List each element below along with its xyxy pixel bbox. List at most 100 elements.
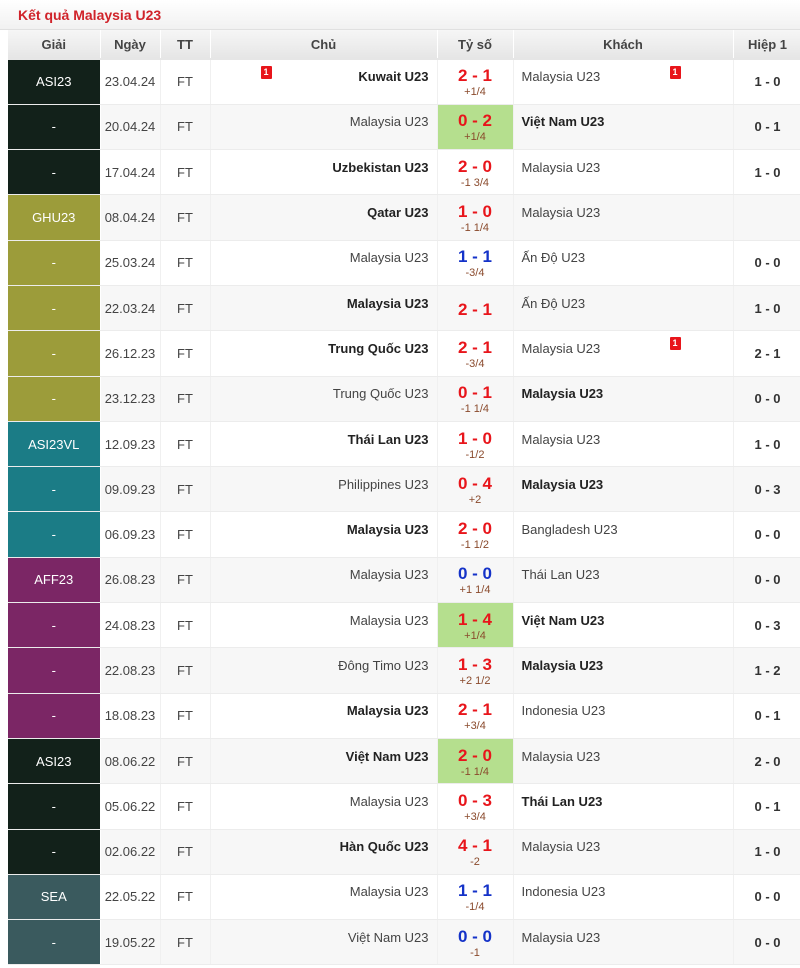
away-team-name[interactable]: Indonesia U23 bbox=[522, 703, 606, 718]
table-row[interactable]: AFF23 26.08.23 FT Malaysia U23 0 - 0 +1 1/4 Th… bbox=[8, 557, 800, 604]
away-team-name[interactable]: Malaysia U23 bbox=[522, 477, 604, 492]
score-cell[interactable]: 0 - 0 -1 bbox=[437, 919, 514, 966]
league-cell[interactable]: - bbox=[8, 783, 101, 830]
league-cell[interactable]: ASI23 bbox=[8, 738, 101, 785]
league-cell[interactable]: - bbox=[8, 466, 101, 513]
score-cell[interactable]: 1 - 0 -1/2 bbox=[437, 421, 514, 468]
home-team-name[interactable]: Kuwait U23 bbox=[358, 69, 428, 84]
away-team-cell[interactable]: Bangladesh U23 bbox=[513, 511, 734, 558]
away-team-name[interactable]: Thái Lan U23 bbox=[522, 567, 600, 582]
away-team-cell[interactable]: Malaysia U23 bbox=[513, 376, 734, 422]
league-cell[interactable]: - bbox=[8, 602, 101, 649]
home-team-cell[interactable]: Philippines U23 bbox=[210, 466, 438, 513]
home-team-name[interactable]: Malaysia U23 bbox=[347, 296, 429, 311]
home-team-name[interactable]: Malaysia U23 bbox=[350, 114, 429, 129]
away-team-name[interactable]: Ấn Độ U23 bbox=[522, 296, 586, 311]
table-row[interactable]: -22.08.23 FT Đông Timo U23 1 - 3 +2 1/2 Malay… bbox=[8, 647, 800, 694]
league-cell[interactable]: - bbox=[8, 240, 101, 286]
score-cell[interactable]: 1 - 1 -1/4 bbox=[437, 874, 514, 921]
full-time-score[interactable]: 0 - 3 bbox=[438, 791, 513, 810]
away-team-cell[interactable]: Thái Lan U23 bbox=[513, 783, 734, 830]
away-team-name[interactable]: Malaysia U23 bbox=[522, 432, 601, 447]
away-team-name[interactable]: Indonesia U23 bbox=[522, 884, 606, 899]
full-time-score[interactable]: 1 - 1 bbox=[438, 248, 513, 266]
score-cell[interactable]: 1 - 4 +1/4 bbox=[437, 602, 514, 649]
league-cell[interactable]: - bbox=[8, 149, 101, 196]
away-team-name[interactable]: Việt Nam U23 bbox=[522, 114, 605, 129]
home-team-name[interactable]: Philippines U23 bbox=[338, 477, 428, 492]
full-time-score[interactable]: 2 - 1 bbox=[438, 300, 513, 319]
away-team-name[interactable]: Malaysia U23 bbox=[522, 386, 604, 401]
table-row[interactable]: SEA 22.05.22 FT Malaysia U23 1 - 1 -1/4 Indone… bbox=[8, 874, 800, 921]
league-cell[interactable]: SEA bbox=[8, 874, 101, 921]
score-cell[interactable]: 1 - 0 -1 1/4 bbox=[437, 194, 514, 241]
table-row[interactable]: ASI23 08.06.22 FT Việt Nam U23 2 - 0 -1 1/4 Ma… bbox=[8, 738, 800, 785]
home-team-name[interactable]: Hàn Quốc U23 bbox=[340, 839, 429, 854]
score-cell[interactable]: 2 - 0 -1 3/4 bbox=[437, 149, 514, 196]
league-cell[interactable]: - bbox=[8, 647, 101, 694]
full-time-score[interactable]: 1 - 0 bbox=[438, 429, 513, 448]
full-time-score[interactable]: 4 - 1 bbox=[438, 837, 513, 855]
home-team-name[interactable]: Thái Lan U23 bbox=[348, 432, 429, 447]
full-time-score[interactable]: 0 - 2 bbox=[438, 112, 513, 130]
home-team-name[interactable]: Uzbekistan U23 bbox=[332, 160, 428, 175]
full-time-score[interactable]: 1 - 1 bbox=[438, 882, 513, 900]
away-team-cell[interactable]: Ấn Độ U23 bbox=[513, 285, 734, 332]
league-cell[interactable]: ASI23 bbox=[8, 59, 101, 105]
league-cell[interactable]: ASI23VL bbox=[8, 421, 101, 468]
league-cell[interactable]: - bbox=[8, 330, 101, 377]
table-row[interactable]: GHU23 08.04.24 FT Qatar U23 1 - 0 -1 1/4 Malay… bbox=[8, 194, 800, 241]
home-team-name[interactable]: Malaysia U23 bbox=[350, 884, 429, 899]
away-team-name[interactable]: Malaysia U23 bbox=[522, 341, 601, 356]
home-team-name[interactable]: Malaysia U23 bbox=[350, 567, 429, 582]
league-cell[interactable]: - bbox=[8, 376, 101, 422]
full-time-score[interactable]: 0 - 0 bbox=[438, 927, 513, 946]
home-team-name[interactable]: Malaysia U23 bbox=[347, 522, 429, 537]
away-team-name[interactable]: Malaysia U23 bbox=[522, 69, 601, 84]
away-team-cell[interactable]: Malaysia U23 bbox=[513, 194, 734, 241]
away-team-cell[interactable]: Việt Nam U23 bbox=[513, 104, 734, 151]
table-row[interactable]: -17.04.24 FT Uzbekistan U23 2 - 0 -1 3/4 Mala… bbox=[8, 149, 800, 196]
home-team-cell[interactable]: Qatar U23 bbox=[210, 194, 438, 241]
table-row[interactable]: -22.03.24 FT Malaysia U23 2 - 1 Ấn Độ U23 1 -… bbox=[8, 285, 800, 332]
home-team-cell[interactable]: Việt Nam U23 bbox=[210, 738, 438, 785]
table-row[interactable]: -19.05.22 FT Việt Nam U23 0 - 0 -1 Malaysia U… bbox=[8, 919, 800, 966]
away-team-cell[interactable]: Malaysia U23 bbox=[513, 829, 734, 875]
home-team-name[interactable]: Malaysia U23 bbox=[347, 703, 429, 718]
full-time-score[interactable]: 1 - 4 bbox=[438, 610, 513, 629]
home-team-cell[interactable]: Malaysia U23 bbox=[210, 104, 438, 151]
home-team-cell[interactable]: Malaysia U23 bbox=[210, 783, 438, 830]
full-time-score[interactable]: 2 - 1 bbox=[438, 338, 513, 357]
home-team-name[interactable]: Trung Quốc U23 bbox=[333, 386, 429, 401]
home-team-cell[interactable]: 1 Kuwait U23 bbox=[210, 59, 438, 105]
home-team-cell[interactable]: Trung Quốc U23 bbox=[210, 330, 438, 377]
home-team-cell[interactable]: Việt Nam U23 bbox=[210, 919, 438, 966]
away-team-cell[interactable]: Indonesia U23 bbox=[513, 874, 734, 921]
table-row[interactable]: -26.12.23 FT Trung Quốc U23 2 - 1 -3/4 Malays… bbox=[8, 330, 800, 377]
score-cell[interactable]: 2 - 1 +1/4 bbox=[437, 59, 514, 105]
full-time-score[interactable]: 0 - 4 bbox=[438, 474, 513, 493]
home-team-cell[interactable]: Đông Timo U23 bbox=[210, 647, 438, 694]
away-team-name[interactable]: Việt Nam U23 bbox=[522, 613, 605, 628]
home-team-cell[interactable]: Malaysia U23 bbox=[210, 285, 438, 332]
table-row[interactable]: -18.08.23 FT Malaysia U23 2 - 1 +3/4 Indonesi… bbox=[8, 693, 800, 739]
score-cell[interactable]: 2 - 1 bbox=[437, 285, 514, 332]
away-team-name[interactable]: Bangladesh U23 bbox=[522, 522, 618, 537]
away-team-cell[interactable]: Malaysia U23 bbox=[513, 421, 734, 468]
table-row[interactable]: -09.09.23 FT Philippines U23 0 - 4 +2 Malaysi… bbox=[8, 466, 800, 513]
table-row[interactable]: -06.09.23 FT Malaysia U23 2 - 0 -1 1/2 Bangla… bbox=[8, 511, 800, 558]
table-row[interactable]: -24.08.23 FT Malaysia U23 1 - 4 +1/4 Việt Nam… bbox=[8, 602, 800, 649]
home-team-name[interactable]: Malaysia U23 bbox=[350, 794, 429, 809]
table-row[interactable]: ASI23 23.04.24 FT 1 Kuwait U23 2 - 1 +1/4 Malay… bbox=[8, 59, 800, 105]
score-cell[interactable]: 1 - 3 +2 1/2 bbox=[437, 647, 514, 694]
score-cell[interactable]: 2 - 0 -1 1/4 bbox=[437, 738, 514, 785]
score-cell[interactable]: 0 - 4 +2 bbox=[437, 466, 514, 513]
home-team-name[interactable]: Qatar U23 bbox=[367, 205, 428, 220]
away-team-name[interactable]: Malaysia U23 bbox=[522, 658, 604, 673]
table-row[interactable]: ASI23VL 12.09.23 FT Thái Lan U23 1 - 0 -1/2 Ma… bbox=[8, 421, 800, 468]
away-team-name[interactable]: Malaysia U23 bbox=[522, 839, 601, 854]
league-cell[interactable]: - bbox=[8, 919, 101, 966]
home-team-cell[interactable]: Malaysia U23 bbox=[210, 874, 438, 921]
home-team-cell[interactable]: Malaysia U23 bbox=[210, 240, 438, 286]
score-cell[interactable]: 0 - 1 -1 1/4 bbox=[437, 376, 514, 422]
